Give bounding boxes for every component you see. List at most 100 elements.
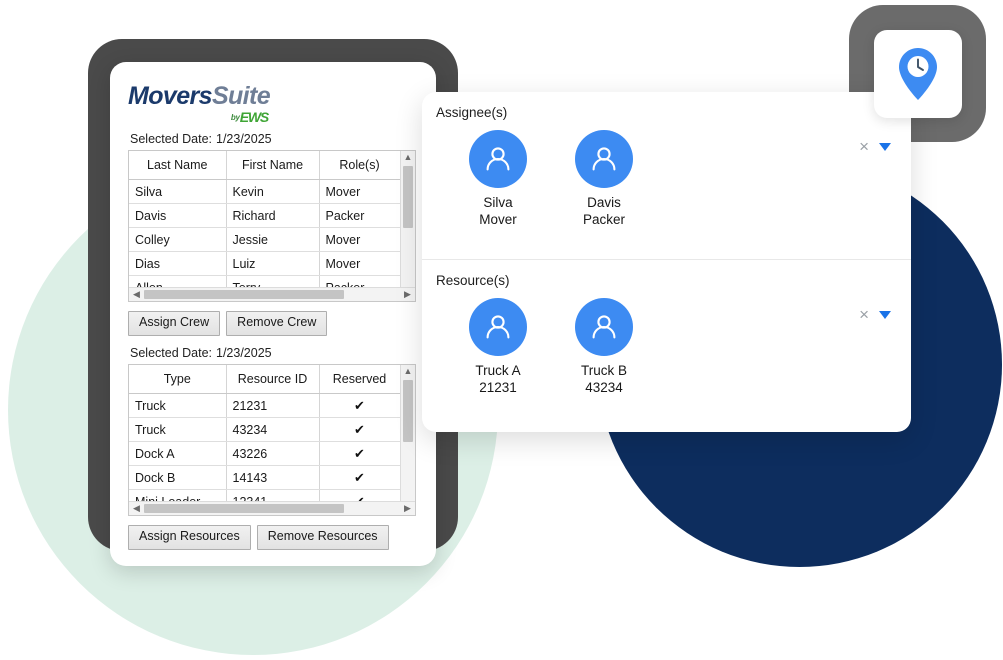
- crew-selected-date-value: 1/23/2025: [216, 132, 272, 146]
- logo-text-movers: Movers: [128, 82, 213, 110]
- table-row[interactable]: Davis Richard Packer: [129, 203, 401, 228]
- resource-cell-type: Dock B: [129, 465, 227, 490]
- avatar: [575, 130, 633, 188]
- resource-selected-date: Selected Date: 1/23/2025: [130, 346, 418, 360]
- crew-cell-last-name: Dias: [129, 251, 227, 276]
- crew-selected-date-label: Selected Date:: [130, 132, 212, 146]
- crew-cell-last-name: Silva: [129, 179, 227, 204]
- logo-text-by: by: [230, 113, 240, 122]
- crew-horizontal-scrollbar[interactable]: ◀ ▶: [129, 287, 415, 301]
- remove-crew-button[interactable]: Remove Crew: [226, 311, 328, 336]
- resources-chevron-down-icon[interactable]: [879, 310, 891, 319]
- list-item[interactable]: Davis Packer: [562, 130, 646, 228]
- resource-cell-id: 14143: [226, 465, 320, 490]
- resource-chip-list: Truck A 21231 Truck B 43234: [436, 298, 911, 396]
- crew-cell-last-name: Colley: [129, 227, 227, 252]
- assignees-section: Assignee(s) × Silva Mover Davis Packer: [422, 92, 911, 260]
- resource-selected-date-value: 1/23/2025: [216, 346, 272, 360]
- assignee-name: Silva: [483, 195, 513, 210]
- assignee-role: Mover: [479, 211, 517, 227]
- crew-grid[interactable]: Last Name First Name Role(s) Silva Kevin…: [128, 150, 416, 302]
- crew-cell-first-name: Richard: [226, 203, 320, 228]
- resource-id: 21231: [479, 379, 517, 395]
- crew-selected-date: Selected Date: 1/23/2025: [130, 132, 418, 146]
- crew-cell-role: Mover: [319, 179, 401, 204]
- table-row[interactable]: Colley Jessie Mover: [129, 227, 401, 252]
- table-row[interactable]: Silva Kevin Mover: [129, 179, 401, 204]
- resource-table: Type Resource ID Reserved Truck 21231 ✔ …: [129, 365, 401, 514]
- scroll-up-icon[interactable]: ▲: [401, 365, 415, 379]
- assign-resources-button[interactable]: Assign Resources: [128, 525, 251, 550]
- crew-table-header-row: Last Name First Name Role(s): [129, 151, 401, 180]
- resource-name: Truck A: [475, 363, 521, 378]
- table-row[interactable]: Dock B 14143 ✔: [129, 465, 401, 490]
- promo-composition: MoversSuite byEWS Selected Date: 1/23/202…: [0, 0, 1003, 660]
- resource-cell-id: 43234: [226, 417, 320, 442]
- logo-text-ews: EWS: [239, 109, 270, 125]
- scroll-left-icon[interactable]: ◀: [130, 502, 143, 515]
- crew-section: Selected Date: 1/23/2025 Last Name First …: [128, 132, 418, 336]
- assignee-chip-list: Silva Mover Davis Packer: [436, 130, 911, 228]
- assignees-chevron-down-icon[interactable]: [879, 142, 891, 151]
- scrollbar-thumb[interactable]: [403, 380, 413, 442]
- reserved-check-icon: ✔: [319, 465, 401, 490]
- resource-grid[interactable]: Type Resource ID Reserved Truck 21231 ✔ …: [128, 364, 416, 516]
- list-item[interactable]: Silva Mover: [456, 130, 540, 228]
- crew-vertical-scrollbar[interactable]: ▲ ▼: [400, 151, 415, 301]
- resource-table-header-row: Type Resource ID Reserved: [129, 365, 401, 394]
- scrollbar-thumb[interactable]: [403, 166, 413, 228]
- reserved-check-icon: ✔: [319, 393, 401, 418]
- scroll-right-icon[interactable]: ▶: [401, 288, 414, 301]
- crew-col-last-name[interactable]: Last Name: [129, 151, 227, 180]
- table-row[interactable]: Truck 21231 ✔: [129, 393, 401, 418]
- scrollbar-thumb[interactable]: [144, 290, 344, 299]
- avatar: [469, 298, 527, 356]
- clear-resources-icon[interactable]: ×: [859, 306, 869, 323]
- resource-cell-type: Truck: [129, 417, 227, 442]
- resource-col-reserved[interactable]: Reserved: [319, 365, 401, 394]
- avatar: [469, 130, 527, 188]
- reserved-check-icon: ✔: [319, 417, 401, 442]
- scroll-up-icon[interactable]: ▲: [401, 151, 415, 165]
- clear-assignees-icon[interactable]: ×: [859, 138, 869, 155]
- assignment-side-panel: Assignee(s) × Silva Mover Davis Packer R…: [422, 92, 911, 432]
- assignees-controls: ×: [859, 138, 891, 155]
- moverssuite-logo: MoversSuite byEWS: [128, 82, 271, 125]
- crew-cell-role: Packer: [319, 203, 401, 228]
- crew-table: Last Name First Name Role(s) Silva Kevin…: [129, 151, 401, 300]
- remove-resources-button[interactable]: Remove Resources: [256, 525, 389, 550]
- list-item[interactable]: Truck A 21231: [456, 298, 540, 396]
- crew-col-first-name[interactable]: First Name: [226, 151, 320, 180]
- resource-cell-id: 21231: [226, 393, 320, 418]
- crew-cell-first-name: Jessie: [226, 227, 320, 252]
- crew-col-roles[interactable]: Role(s): [319, 151, 401, 180]
- assignees-title: Assignee(s): [436, 105, 508, 120]
- list-item[interactable]: Truck B 43234: [562, 298, 646, 396]
- resources-section: Resource(s) × Truck A 21231 Truck B 4323…: [422, 260, 911, 431]
- table-row[interactable]: Truck 43234 ✔: [129, 417, 401, 442]
- resource-cell-type: Dock A: [129, 441, 227, 466]
- resource-col-type[interactable]: Type: [129, 365, 227, 394]
- scroll-right-icon[interactable]: ▶: [401, 502, 414, 515]
- resource-horizontal-scrollbar[interactable]: ◀ ▶: [129, 501, 415, 515]
- resources-controls: ×: [859, 306, 891, 323]
- map-pin-clock-icon: [899, 48, 937, 100]
- resources-title: Resource(s): [436, 273, 510, 288]
- scrollbar-thumb[interactable]: [144, 504, 344, 513]
- resource-name: Truck B: [580, 363, 627, 378]
- crew-cell-first-name: Luiz: [226, 251, 320, 276]
- resource-cell-id: 43226: [226, 441, 320, 466]
- scroll-left-icon[interactable]: ◀: [130, 288, 143, 301]
- resource-cell-type: Truck: [129, 393, 227, 418]
- assignee-role: Packer: [582, 211, 626, 227]
- resource-col-resource-id[interactable]: Resource ID: [226, 365, 320, 394]
- resource-vertical-scrollbar[interactable]: ▲ ▼: [400, 365, 415, 515]
- crew-cell-first-name: Kevin: [226, 179, 320, 204]
- crew-cell-role: Mover: [319, 227, 401, 252]
- assign-crew-button[interactable]: Assign Crew: [128, 311, 221, 336]
- table-row[interactable]: Dias Luiz Mover: [129, 251, 401, 276]
- resource-button-row: Assign Resources Remove Resources: [128, 525, 418, 550]
- crew-button-row: Assign Crew Remove Crew: [128, 311, 418, 336]
- resource-id: 43234: [585, 379, 623, 395]
- table-row[interactable]: Dock A 43226 ✔: [129, 441, 401, 466]
